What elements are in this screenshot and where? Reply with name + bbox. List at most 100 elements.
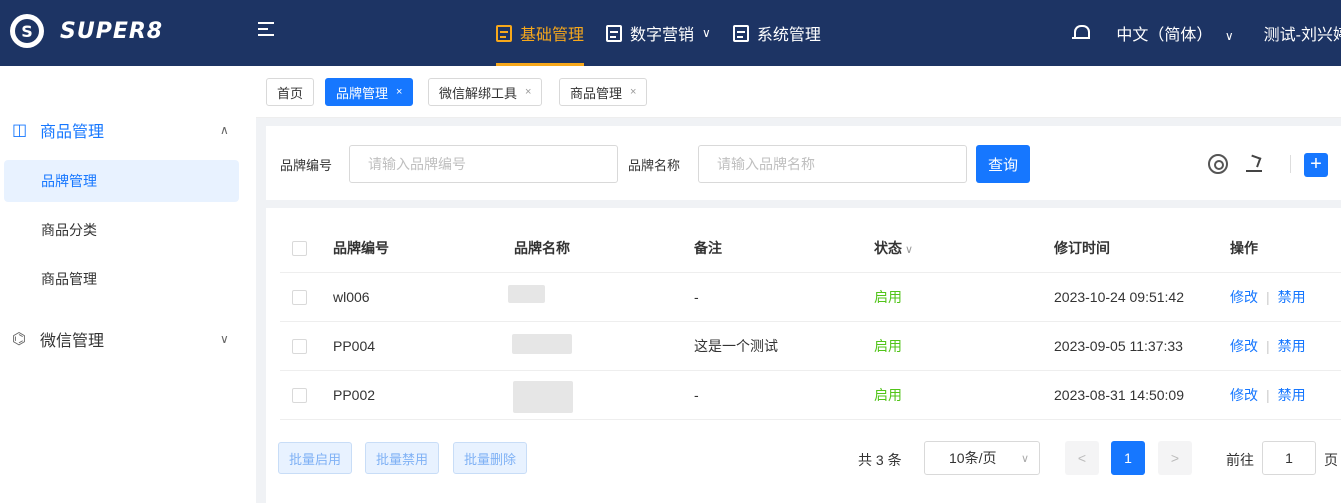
sidebar-item-label: 商品分类 [41,222,97,238]
brand-name-input[interactable] [698,145,967,183]
topnav-label: 数字营销 [630,27,695,44]
column-header: 品牌编号 [333,240,389,256]
bell-icon[interactable] [1072,24,1091,42]
tab-home[interactable]: 首页 [266,78,315,106]
topnav-digital-marketing[interactable]: 数字营销 ∨ [606,0,711,66]
remark: - [694,387,699,403]
bulk-disable-button[interactable]: 批量禁用 [365,442,440,474]
goto-page-input[interactable] [1262,441,1316,475]
topnav-system-management[interactable]: 系统管理 [732,0,821,66]
close-icon[interactable]: × [630,86,636,98]
language-label: 中文（简体） [1116,27,1213,44]
goto-label: 前往 [1226,452,1254,468]
chevron-down-icon: ∨ [1020,452,1029,465]
brand-code-input[interactable] [349,145,618,183]
sidebar-item-brand-management[interactable]: 品牌管理 [4,160,239,202]
total-count: 共 3 条 [858,452,902,468]
brand-code: PP004 [333,338,376,354]
prev-page-button[interactable]: < [1065,441,1099,475]
remark: 这是一个测试 [694,338,778,354]
close-icon[interactable]: × [396,86,402,98]
divider [1290,155,1291,173]
user-name[interactable]: 测试-刘兴婷 [1264,21,1341,45]
topnav-basic-management[interactable]: 基础管理 [496,0,585,66]
table-panel: 品牌编号 品牌名称 备注 状态 ∨ 修订时间 操作 wl006 - 启用 2023… [266,208,1341,503]
sidebar-item-product-management[interactable]: 商品管理 [4,258,239,300]
column-header: 操作 [1230,240,1258,256]
next-page-button[interactable]: > [1158,441,1192,475]
topnav-label: 基础管理 [520,27,585,44]
sidebar-item-label: 品牌管理 [41,173,97,189]
page-1-button[interactable]: 1 [1111,441,1145,475]
status-badge: 启用 [874,338,902,354]
tab-label: 品牌管理 [336,85,389,101]
language-selector[interactable]: 中文（简体） ∨ [1116,21,1233,45]
remark: - [694,289,699,305]
search-panel: 品牌编号 品牌名称 查询 + [266,126,1341,200]
brand-name-label: 品牌名称 [628,158,681,173]
tab-label: 首页 [277,85,304,101]
logo[interactable]: S SUPER8 [10,14,163,48]
status-badge: 启用 [874,289,902,305]
row-checkbox[interactable] [292,339,307,354]
row-checkbox[interactable] [292,388,307,403]
query-button[interactable]: 查询 [976,145,1030,183]
sidebar: ◫ 商品管理 ∧ 品牌管理 商品分类 商品管理 ⌬ 微信管理 ∨ [0,66,256,503]
tab-wechat-unbind[interactable]: 微信解绑工具 × [428,78,543,106]
menu-toggle-icon[interactable] [258,22,276,42]
top-nav: 基础管理 数字营销 ∨ 系统管理 [496,0,843,66]
chevron-down-icon: ∨ [702,26,711,40]
tab-label: 商品管理 [570,85,623,101]
brand-name-image [512,334,572,354]
edit-link[interactable]: 修改 [1230,289,1258,305]
column-header-status[interactable]: 状态 ∨ [874,224,913,273]
disable-link[interactable]: 禁用 [1278,289,1306,305]
bulk-enable-button[interactable]: 批量启用 [278,442,353,474]
brand-name-image [513,381,573,413]
settings-window-icon [732,24,749,42]
tab-brand-management[interactable]: 品牌管理 × [325,78,414,106]
gear-icon[interactable] [1208,154,1228,174]
sidebar-group-label: 微信管理 [40,333,105,350]
document-icon [496,24,512,42]
add-button[interactable]: + [1304,153,1328,177]
row-actions: 修改 | 禁用 [1230,338,1306,354]
disable-link[interactable]: 禁用 [1278,387,1306,403]
row-checkbox[interactable] [292,290,307,305]
select-all-checkbox[interactable] [292,241,307,256]
export-icon[interactable] [1244,154,1264,174]
brand-table: 品牌编号 品牌名称 备注 状态 ∨ 修订时间 操作 wl006 - 启用 2023… [280,224,1341,420]
top-bar: S SUPER8 基础管理 数字营销 ∨ 系统管理 中文（简体） ∨ 测试-刘兴… [0,0,1341,66]
wechat-icon: ⌬ [12,331,26,348]
brand-code-label: 品牌编号 [280,158,333,173]
disable-link[interactable]: 禁用 [1278,338,1306,354]
goto-suffix: 页 [1324,452,1338,468]
topnav-label: 系统管理 [756,27,821,44]
brand-name-image [508,285,545,303]
tab-product-management[interactable]: 商品管理 × [559,78,648,106]
calculator-icon [606,24,623,42]
table-row: PP002 - 启用 2023-08-31 14:50:09 修改 | 禁用 [280,371,1341,420]
table-row: wl006 - 启用 2023-10-24 09:51:42 修改 | 禁用 [280,273,1341,322]
table-row: PP004 这是一个测试 启用 2023-09-05 11:37:33 修改 | 禁… [280,322,1341,371]
row-actions: 修改 | 禁用 [1230,289,1306,305]
chevron-down-icon: ∨ [220,332,229,346]
status-badge: 启用 [874,387,902,403]
chevron-down-icon: ∨ [905,244,914,256]
sidebar-group-wechat[interactable]: ⌬ 微信管理 ∨ [0,319,256,359]
page-size-select[interactable]: 10条/页 ∨ [924,441,1040,475]
sidebar-group-label: 商品管理 [40,124,105,141]
updated-time: 2023-09-05 11:37:33 [1054,338,1183,354]
edit-link[interactable]: 修改 [1230,387,1258,403]
chevron-up-icon: ∧ [220,123,229,137]
sidebar-group-products[interactable]: ◫ 商品管理 ∧ [0,110,256,150]
edit-link[interactable]: 修改 [1230,338,1258,354]
close-icon[interactable]: × [525,86,531,98]
tab-label: 微信解绑工具 [439,85,518,101]
logo-text: SUPER8 [60,18,164,44]
bulk-delete-button[interactable]: 批量删除 [453,442,528,474]
page-size-value: 10条/页 [949,450,997,466]
table-header: 品牌编号 品牌名称 备注 状态 ∨ 修订时间 操作 [280,224,1341,273]
sidebar-item-product-category[interactable]: 商品分类 [4,209,239,251]
chevron-down-icon: ∨ [1224,29,1234,43]
